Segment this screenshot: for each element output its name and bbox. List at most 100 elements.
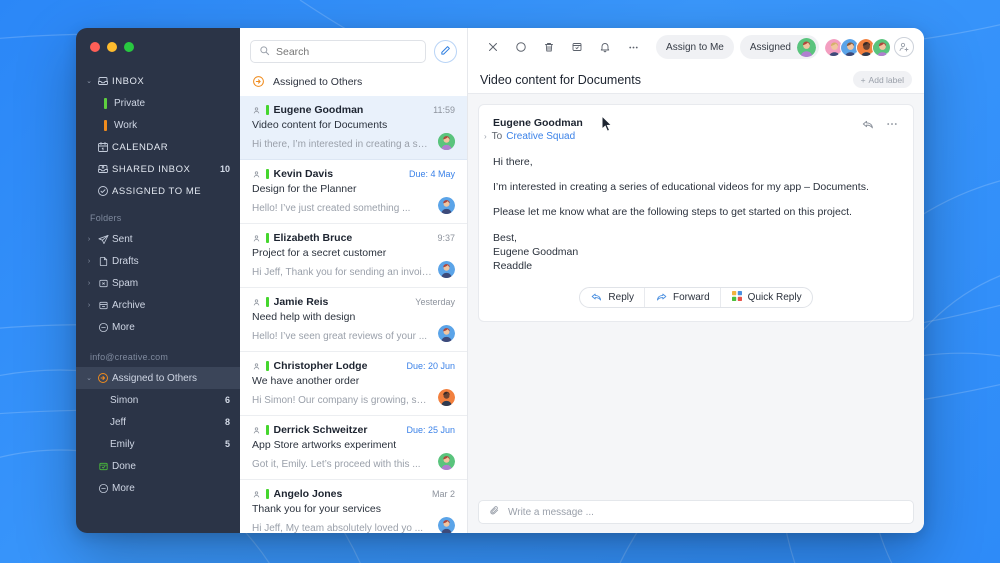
trash-icon[interactable]: [536, 34, 562, 60]
close-icon[interactable]: [480, 34, 506, 60]
chevron-right-icon[interactable]: ›: [84, 302, 94, 309]
sidebar-item-inbox[interactable]: ⌄ INBOX: [76, 70, 240, 92]
chevron-right-icon[interactable]: ›: [84, 258, 94, 265]
forward-button[interactable]: Forward: [643, 288, 720, 308]
chevron-right-icon[interactable]: ›: [84, 236, 94, 243]
avatar: [438, 517, 455, 533]
archive-icon[interactable]: [564, 34, 590, 60]
table-row[interactable]: Christopher Lodge Due: 20 Jun We have an…: [240, 352, 467, 416]
unread-indicator: [266, 489, 269, 499]
team-avatars[interactable]: [824, 37, 914, 57]
inbox-icon: [94, 75, 112, 87]
sidebar-item-work[interactable]: Work: [76, 114, 240, 136]
avatar: [438, 197, 455, 214]
compose-button[interactable]: [434, 40, 457, 63]
message-subject: Thank you for your services: [252, 503, 381, 515]
reply-label: Reply: [608, 292, 634, 304]
compose-placeholder: Write a message ...: [508, 506, 594, 518]
sidebar-item-shared-inbox[interactable]: SHARED INBOX 10: [76, 158, 240, 180]
sidebar-item-calendar[interactable]: CALENDAR: [76, 136, 240, 158]
sidebar-item-label: CALENDAR: [112, 141, 169, 153]
sidebar-item-private[interactable]: Private: [76, 92, 240, 114]
sidebar-item-archive[interactable]: › Archive: [76, 294, 240, 316]
compose-box[interactable]: Write a message ...: [478, 500, 914, 524]
message-recipients[interactable]: › To Creative Squad: [484, 131, 861, 142]
message-header: Eugene Goodman › To Creative Squad: [484, 117, 899, 142]
message-text: Hi there, I’m interested in creating a s…: [493, 155, 899, 273]
message-paragraph: I’m interested in creating a series of e…: [493, 181, 869, 194]
page-title: Video content for Documents: [480, 72, 641, 87]
app-window: ⌄ INBOX Private Work CALENDAR SHARED INB…: [76, 28, 924, 533]
chevron-down-icon[interactable]: ⌄: [84, 78, 94, 85]
message-body-area: Eugene Goodman › To Creative Squad Hi th…: [468, 94, 924, 492]
message-actions: [861, 117, 899, 136]
avatar: [438, 389, 455, 406]
add-label-button[interactable]: + Add label: [852, 71, 912, 88]
unread-indicator: [266, 297, 269, 307]
recipient-link[interactable]: Creative Squad: [506, 131, 575, 142]
sidebar-item-emily[interactable]: Emily 5: [76, 433, 240, 455]
person-icon: [252, 106, 263, 115]
sidebar-item-label: SHARED INBOX: [112, 163, 191, 175]
sidebar-item-label: INBOX: [112, 75, 145, 87]
assign-to-me-button[interactable]: Assign to Me: [656, 35, 734, 59]
sidebar-item-jeff[interactable]: Jeff 8: [76, 411, 240, 433]
chevron-right-icon[interactable]: ›: [484, 132, 487, 141]
sidebar-item-more-account[interactable]: More: [76, 477, 240, 499]
sidebar-section-account: info@creative.com: [90, 352, 169, 362]
close-window-button[interactable]: [90, 42, 100, 52]
sidebar-item-drafts[interactable]: › Drafts: [76, 250, 240, 272]
compose-footer: Write a message ...: [468, 492, 924, 533]
avatar: [797, 37, 816, 57]
avatar[interactable]: [872, 37, 891, 57]
paperclip-icon[interactable]: [489, 503, 500, 521]
plus-icon: +: [860, 74, 866, 85]
signature-line: Readdle: [493, 259, 533, 272]
sidebar-item-more-folders[interactable]: More: [76, 316, 240, 338]
signature-line: Eugene Goodman: [493, 245, 579, 258]
window-controls[interactable]: [76, 28, 240, 52]
circle-icon[interactable]: [508, 34, 534, 60]
sidebar-item-done[interactable]: Done: [76, 455, 240, 477]
send-icon: [94, 234, 112, 245]
avatar: [438, 133, 455, 150]
sidebar-item-label: More: [112, 482, 135, 494]
chevron-down-icon[interactable]: ⌄: [84, 375, 94, 382]
table-row[interactable]: Kevin Davis Due: 4 May Design for the Pl…: [240, 160, 467, 224]
message-due-date: Due: 4 May: [408, 169, 455, 179]
table-row[interactable]: Jamie Reis Yesterday Need help with desi…: [240, 288, 467, 352]
table-row[interactable]: Derrick Schweitzer Due: 25 Jun App Store…: [240, 416, 467, 480]
sidebar-item-spam[interactable]: › Spam: [76, 272, 240, 294]
minimize-window-button[interactable]: [107, 42, 117, 52]
reply-arrow-icon[interactable]: [861, 117, 875, 136]
more-horizontal-icon[interactable]: [620, 34, 646, 60]
message-preview: Hello! I’ve just created something ...: [252, 203, 411, 214]
table-row[interactable]: Eugene Goodman 11:59 Video content for D…: [240, 96, 467, 160]
message-signature: Best, Eugene Goodman Readdle: [493, 231, 899, 274]
avatar: [438, 453, 455, 470]
message-action-bar: Reply Forward Quick Reply: [493, 287, 899, 311]
sidebar-item-assigned-to-others[interactable]: ⌄ Assigned to Others: [76, 367, 240, 389]
sidebar-item-assigned-to-me[interactable]: ASSIGNED TO ME: [76, 180, 240, 202]
shared-inbox-icon: [94, 163, 112, 175]
table-row[interactable]: Angelo Jones Mar 2 Thank you for your se…: [240, 480, 467, 533]
message-list-panel: Assigned to Others Eugene Goodman 11:59 …: [240, 28, 468, 533]
reply-button[interactable]: Reply: [580, 288, 644, 307]
search-box[interactable]: [250, 40, 426, 63]
message-list[interactable]: Eugene Goodman 11:59 Video content for D…: [240, 96, 467, 533]
table-row[interactable]: Elizabeth Bruce 9:37 Project for a secre…: [240, 224, 467, 288]
quick-reply-button[interactable]: Quick Reply: [719, 288, 812, 308]
zoom-window-button[interactable]: [124, 42, 134, 52]
assigned-chip[interactable]: Assigned: [739, 35, 819, 59]
sidebar-nav: ⌄ INBOX Private Work CALENDAR SHARED INB…: [76, 70, 240, 499]
sidebar-item-simon[interactable]: Simon 6: [76, 389, 240, 411]
unread-indicator: [266, 105, 269, 115]
bell-icon[interactable]: [592, 34, 618, 60]
add-person-icon[interactable]: [894, 37, 914, 57]
avatar: [438, 325, 455, 342]
search-input[interactable]: [276, 45, 417, 58]
chevron-right-icon[interactable]: ›: [84, 280, 94, 287]
more-horizontal-icon[interactable]: [885, 117, 899, 136]
sidebar-item-sent[interactable]: › Sent: [76, 228, 240, 250]
person-icon: [252, 362, 263, 371]
